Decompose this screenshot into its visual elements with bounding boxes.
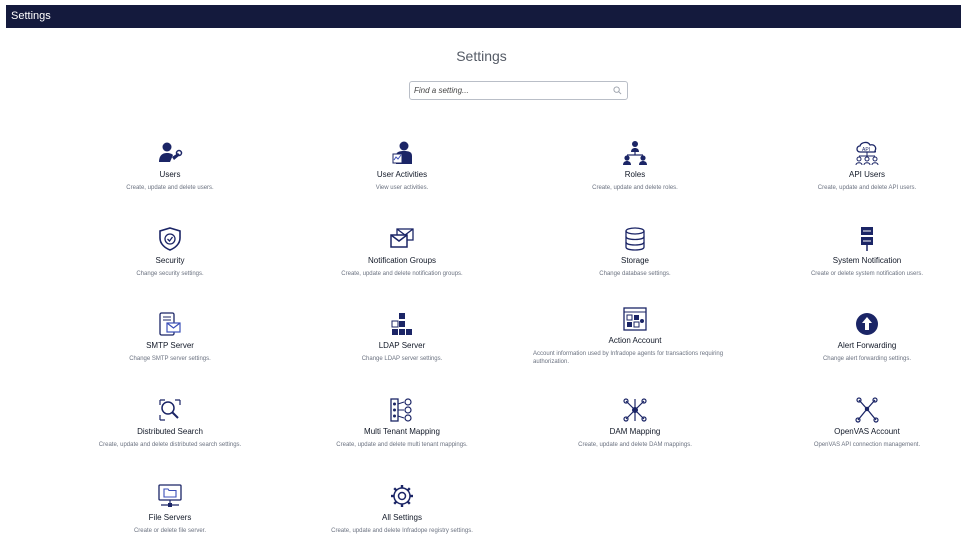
action-account-icon (623, 307, 647, 331)
tile-title: Storage (620, 256, 650, 265)
tile-description: OpenVAS API connection management. (813, 442, 921, 448)
setting-tile-distributed-search[interactable]: Distributed Search Create, update and de… (60, 397, 280, 449)
setting-tile-security[interactable]: Security Change security settings. (60, 226, 280, 278)
tile-description: Create, update and delete multi tenant m… (336, 442, 468, 448)
page-title: Settings (456, 48, 507, 64)
openvas-network-icon (855, 397, 879, 423)
tile-title: All Settings (381, 513, 423, 522)
user-activity-icon (392, 141, 412, 164)
setting-tile-multi-tenant-mapping[interactable]: Multi Tenant Mapping Create, update and … (292, 397, 512, 449)
tile-title: Security (155, 256, 185, 265)
setting-tile-users[interactable]: Users Create, update and delete users. (60, 140, 280, 192)
search-icon[interactable] (613, 86, 622, 95)
tile-title: SMTP Server (146, 341, 194, 350)
distributed-search-icon (159, 399, 181, 421)
tile-description: Create, update and delete API users. (817, 185, 917, 191)
setting-tile-openvas-account[interactable]: OpenVAS Account OpenVAS API connection m… (757, 397, 963, 449)
tile-title: Action Account (608, 336, 662, 345)
dam-network-icon (623, 398, 647, 422)
app-title: Settings (11, 10, 51, 22)
tile-description: Create, update and delete DAM mappings. (578, 442, 692, 448)
tile-description: View user activities. (375, 185, 429, 191)
tile-title: Multi Tenant Mapping (364, 427, 440, 436)
gear-icon (391, 485, 413, 507)
tile-description: Change security settings. (136, 271, 204, 277)
tile-description: Change LDAP server settings. (361, 356, 443, 362)
setting-tile-all-settings[interactable]: All Settings Create, update and delete I… (292, 483, 512, 535)
setting-tile-dam-mapping[interactable]: DAM Mapping Create, update and delete DA… (525, 397, 745, 449)
alert-upload-icon (856, 313, 878, 335)
tile-title: System Notification (832, 256, 902, 265)
tile-description: Create, update and delete distributed se… (98, 442, 242, 448)
setting-tile-roles[interactable]: Roles Create, update and delete roles. (525, 140, 745, 192)
tile-title: Roles (624, 170, 646, 179)
setting-tile-notification-groups[interactable]: Notification Groups Create, update and d… (292, 226, 512, 278)
setting-tile-ldap-server[interactable]: LDAP Server Change LDAP server settings. (292, 311, 512, 363)
tile-title: DAM Mapping (609, 427, 661, 436)
setting-tile-api-users[interactable]: API API Users Create, update and delete … (757, 140, 963, 192)
tile-title: File Servers (148, 513, 192, 522)
tenant-mapping-icon (390, 398, 412, 422)
user-wrench-icon (159, 142, 183, 162)
tile-description: Create, update and delete roles. (592, 185, 678, 191)
tile-title: Notification Groups (367, 256, 437, 265)
search-input[interactable] (414, 84, 610, 97)
setting-tile-system-notification[interactable]: System Notification Create or delete sys… (757, 226, 963, 278)
tile-description: Change database settings. (599, 271, 671, 277)
mail-server-icon (159, 312, 181, 336)
tile-description: Account information used by Infradope ag… (533, 351, 724, 365)
ldap-blocks-icon (391, 313, 412, 335)
tile-description: Create, update and delete users. (126, 185, 214, 191)
envelope-icon (390, 228, 414, 248)
tile-title: User Activities (376, 170, 428, 179)
setting-tile-alert-forwarding[interactable]: Alert Forwarding Change alert forwarding… (757, 311, 963, 363)
shield-icon (159, 227, 181, 251)
database-icon (625, 227, 645, 251)
tile-title: API Users (848, 170, 885, 179)
file-server-icon (158, 484, 182, 507)
setting-tile-smtp-server[interactable]: SMTP Server Change SMTP server settings. (60, 311, 280, 363)
setting-tile-action-account[interactable]: Action Account Account information used … (515, 306, 755, 366)
setting-tile-user-activities[interactable]: User Activities View user activities. (292, 140, 512, 192)
tile-title: Alert Forwarding (837, 341, 897, 350)
setting-tile-storage[interactable]: Storage Change database settings. (525, 226, 745, 278)
svg-text:API: API (862, 147, 870, 153)
system-notification-icon (861, 227, 873, 251)
setting-tile-file-servers[interactable]: File Servers Create or delete file serve… (60, 483, 280, 535)
tile-description: Create or delete system notification use… (810, 271, 924, 277)
api-cloud-icon: API (855, 141, 879, 166)
tile-title: OpenVAS Account (834, 427, 900, 436)
search-box[interactable] (409, 81, 628, 100)
tile-description: Create, update and delete notification g… (341, 271, 463, 277)
tile-title: Users (159, 170, 181, 179)
tile-description: Change SMTP server settings. (129, 356, 211, 362)
roles-hierarchy-icon (623, 141, 647, 165)
app-title-bar: Settings (6, 5, 961, 28)
tile-title: LDAP Server (378, 341, 426, 350)
tile-description: Change alert forwarding settings. (822, 356, 912, 362)
tile-description: Create or delete file server. (133, 528, 207, 534)
tile-description: Create, update and delete Infradope regi… (331, 528, 473, 534)
tile-title: Distributed Search (137, 427, 203, 436)
